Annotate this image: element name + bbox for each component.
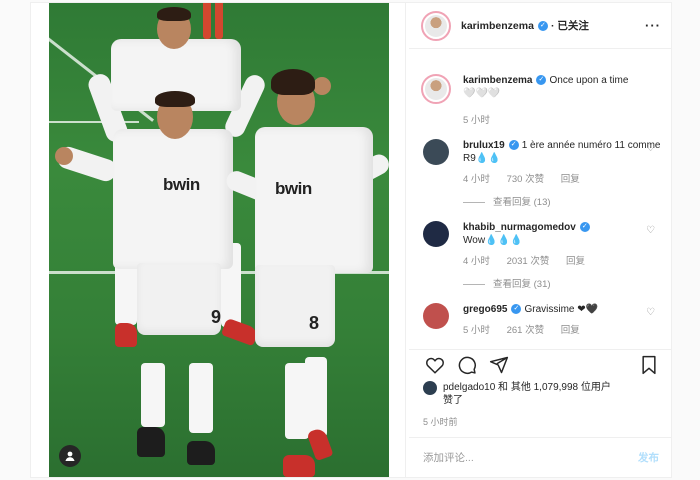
commenter-avatar[interactable] [423,221,449,247]
person-icon [65,451,75,461]
comment-item: brulux19 ✓ 1 ère année numéro 11 comme R9💧… [409,127,671,209]
background-player-legs [201,3,227,43]
reply-button[interactable]: 回复 [561,174,580,185]
comment-likes[interactable]: 730 次赞 [507,174,545,185]
caption-text: Once upon a time [549,75,629,86]
post-timestamp[interactable]: 5 小时前 [423,415,458,428]
share-icon[interactable] [487,353,511,377]
view-replies-label: 查看回复 (13) [493,197,551,208]
verified-badge-icon: ✓ [537,20,548,31]
comment-item: khabib_nurmagomedov ✓ Wow💧💧💧 4 小时 2031 次赞… [409,209,671,291]
shirt-sponsor: bwin [275,179,312,198]
author-avatar[interactable] [421,74,451,104]
likes-suffix: 赞了 [443,395,463,406]
verified-badge-icon: ✓ [579,222,590,233]
post-photo[interactable]: bwin 9 bwin 8 [49,3,389,477]
reply-button[interactable]: 回复 [561,325,580,336]
comment-input[interactable] [423,451,638,464]
comment-item: grego695 ✓ Gravissime ❤🖤 5 小时 261 次赞 回复 ♡ [409,291,671,337]
caption-time: 5 小时 [463,115,490,126]
verified-badge-icon: ✓ [511,304,522,315]
view-replies-button[interactable]: 查看回复 (13) [463,196,661,209]
comment-text: Wow💧💧💧 [463,235,523,246]
comment-like-icon[interactable]: ♡ [646,225,655,236]
caption-emoji: 🤍🤍🤍 [463,88,501,99]
author-avatar[interactable] [421,10,451,41]
comment-icon[interactable] [455,353,479,377]
author-username[interactable]: karimbenzema [461,20,534,32]
post-sidebar: karimbenzema ✓ · 已关注 ··· karimbenzema ✓ On… [409,3,671,477]
comment-like-icon[interactable]: ♡ [646,143,655,154]
view-replies-button[interactable]: 查看回复 (31) [463,278,661,291]
divider [405,3,406,477]
follow-status[interactable]: · 已关注 [551,18,589,33]
comment-time: 4 小时 [463,174,490,185]
comment-likes[interactable]: 261 次赞 [507,325,545,336]
more-options-icon[interactable]: ··· [645,18,661,33]
liker-avatar[interactable] [423,381,437,395]
comment-time: 5 小时 [463,325,490,336]
view-replies-label: 查看回复 (31) [493,279,551,290]
comment-text: Gravissime ❤🖤 [524,304,599,315]
comment-like-icon[interactable]: ♡ [646,307,655,318]
comments-list[interactable]: karimbenzema ✓ Once upon a time 🤍🤍🤍 5 小时 b… [409,50,671,348]
action-bar [409,349,671,379]
post-caption: karimbenzema ✓ Once upon a time 🤍🤍🤍 5 小时 [409,50,671,127]
post-header: karimbenzema ✓ · 已关注 ··· [409,3,671,49]
add-comment-bar: 发布 [409,437,671,477]
pitch-line [49,121,139,123]
shorts-number: 8 [309,313,320,333]
comment-username[interactable]: brulux19 [463,140,505,151]
commenter-avatar[interactable] [423,139,449,165]
verified-badge-icon: ✓ [508,140,519,151]
reply-button[interactable]: 回复 [566,256,585,267]
post-comment-button[interactable]: 发布 [638,450,659,465]
commenter-avatar[interactable] [423,303,449,329]
comment-username[interactable]: khabib_nurmagomedov [463,222,576,233]
comment-time: 4 小时 [463,256,490,267]
caption-username[interactable]: karimbenzema [463,75,532,86]
tagged-users-button[interactable] [59,445,81,467]
comment-username[interactable]: grego695 [463,304,507,315]
comment-likes[interactable]: 2031 次赞 [507,256,550,267]
likes-summary[interactable]: pdelgado10 和 其他 1,079,998 位用户 赞了 [423,381,663,407]
shirt-sponsor: bwin [163,175,200,194]
heart-icon[interactable] [423,353,447,377]
verified-badge-icon: ✓ [536,75,547,86]
bookmark-icon[interactable] [637,353,661,377]
likes-count[interactable]: 和 其他 1,079,998 位用户 [495,382,611,393]
liker-username[interactable]: pdelgado10 [443,382,495,393]
shorts-number: 9 [211,307,222,327]
post-card: bwin 9 bwin 8 karimbenzema ✓ · 已关注 ··· k… [30,2,672,478]
